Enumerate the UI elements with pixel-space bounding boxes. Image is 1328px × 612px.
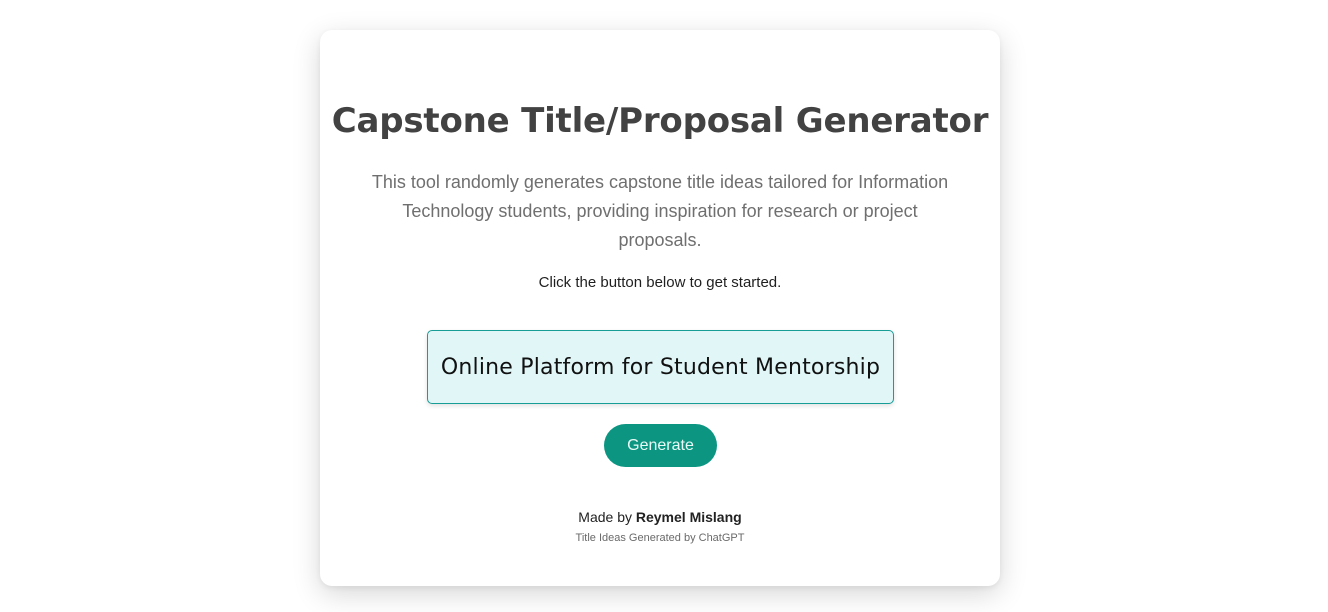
tool-description: This tool randomly generates capstone ti… bbox=[371, 172, 949, 250]
instruction-text: Click the button below to get started. bbox=[538, 274, 782, 291]
author-name: Reymel Mislang bbox=[635, 509, 742, 525]
generated-title-box: Online Platform for Student Mentorship bbox=[427, 330, 894, 404]
generate-button[interactable]: Generate bbox=[604, 424, 717, 467]
made-by-label: Made by bbox=[578, 509, 632, 525]
footer-note: Title Ideas Generated by ChatGPT bbox=[575, 532, 745, 544]
page-title: Capstone Title/Proposal Generator bbox=[331, 101, 989, 141]
footer-credit: Made by Reymel Mislang bbox=[320, 508, 1000, 526]
generator-card: Capstone Title/Proposal Generator This t… bbox=[320, 30, 1000, 586]
generated-title-text: Online Platform for Student Mentorship bbox=[440, 354, 881, 380]
